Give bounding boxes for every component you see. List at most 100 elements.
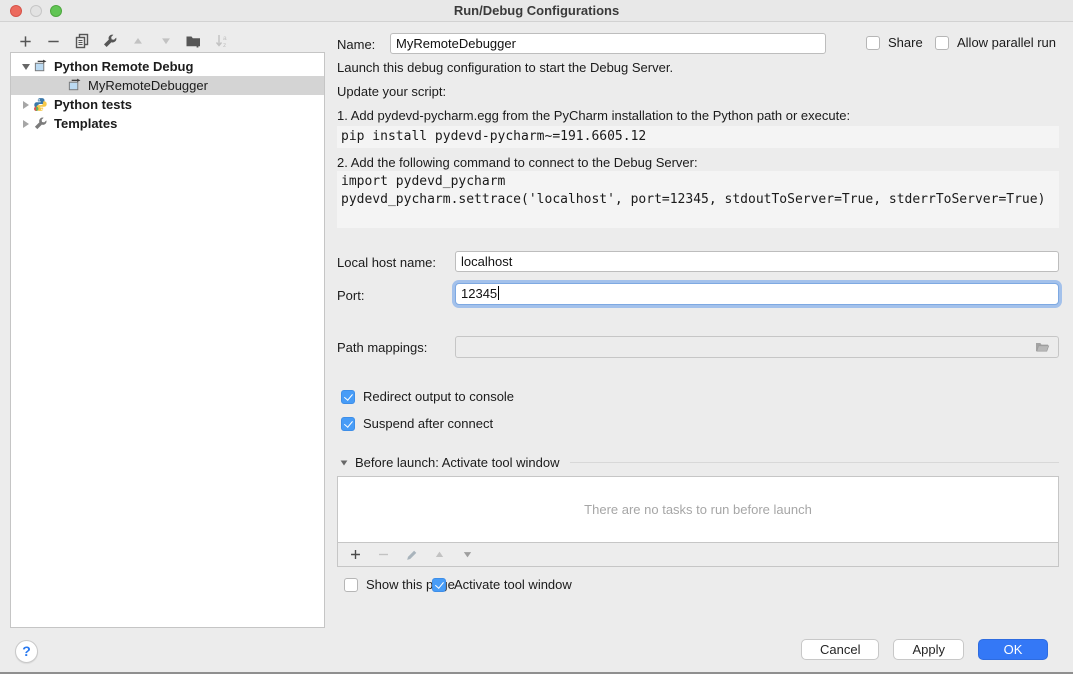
before-launch-header[interactable]: Before launch: Activate tool window — [340, 455, 1059, 470]
configurations-tree: Python Remote Debug MyRemoteDebugger — [10, 52, 325, 628]
redirect-output-label: Redirect output to console — [363, 389, 514, 404]
remove-icon — [46, 34, 61, 49]
allow-parallel-run-checkbox[interactable] — [935, 36, 949, 50]
remove-icon — [377, 548, 390, 561]
wrench-icon — [33, 116, 50, 132]
instruction-line-1: Launch this debug configuration to start… — [337, 60, 673, 75]
suspend-after-connect-row: Suspend after connect — [341, 416, 493, 431]
move-up-icon — [131, 34, 145, 48]
new-folder-button[interactable] — [185, 33, 202, 50]
title-bar[interactable]: Run/Debug Configurations — [0, 0, 1073, 22]
copy-configuration-button[interactable] — [73, 33, 90, 50]
window-title: Run/Debug Configurations — [454, 3, 619, 18]
python-tests-icon — [33, 97, 50, 113]
code-line: import pydevd_pycharm — [341, 173, 1055, 191]
redirect-output-row: Redirect output to console — [341, 389, 514, 404]
local-host-name-label: Local host name: — [337, 255, 436, 270]
minimize-window-button[interactable] — [30, 5, 42, 17]
redirect-output-checkbox[interactable] — [341, 390, 355, 404]
path-mappings-label: Path mappings: — [337, 340, 427, 355]
dialog-buttons: Cancel Apply OK — [801, 639, 1048, 660]
show-this-page-checkbox[interactable] — [344, 578, 358, 592]
suspend-after-connect-label: Suspend after connect — [363, 416, 493, 431]
local-host-name-input[interactable] — [455, 251, 1059, 272]
tree-item-python-remote-debug[interactable]: Python Remote Debug — [11, 57, 324, 76]
pencil-icon — [405, 548, 419, 562]
pip-install-code: pip install pydevd-pycharm~=191.6605.12 — [337, 126, 1059, 148]
move-down-icon — [159, 34, 173, 48]
tree-item-python-tests[interactable]: Python tests — [11, 95, 324, 114]
before-launch-title: Before launch: Activate tool window — [355, 455, 560, 470]
code-line: pydevd_pycharm.settrace('localhost', por… — [341, 191, 1055, 209]
chevron-right-icon[interactable] — [23, 120, 29, 128]
question-mark-icon: ? — [22, 643, 31, 659]
code-line: pip install pydevd-pycharm~=191.6605.12 — [341, 128, 1055, 146]
tree-item-label: Python tests — [54, 97, 132, 112]
edit-task-button[interactable] — [403, 546, 420, 563]
chevron-down-icon[interactable] — [341, 460, 348, 465]
apply-button[interactable]: Apply — [893, 639, 964, 660]
wrench-icon — [102, 33, 118, 49]
new-folder-icon — [185, 33, 202, 49]
move-task-up-button[interactable] — [431, 546, 448, 563]
move-up-button[interactable] — [129, 33, 146, 50]
add-icon — [18, 34, 33, 49]
move-up-icon — [433, 548, 446, 561]
ok-button[interactable]: OK — [978, 639, 1048, 660]
share-checkbox[interactable] — [866, 36, 880, 50]
port-input[interactable]: 12345 — [455, 283, 1059, 305]
allow-parallel-run-label: Allow parallel run — [957, 35, 1056, 50]
name-label: Name: — [337, 37, 375, 52]
instruction-step-1: 1. Add pydevd-pycharm.egg from the PyCha… — [337, 108, 850, 123]
tree-item-label: Python Remote Debug — [54, 59, 193, 74]
add-configuration-button[interactable] — [17, 33, 34, 50]
tree-item-label: Templates — [54, 116, 117, 131]
remote-debug-icon — [33, 59, 50, 75]
add-icon — [349, 548, 362, 561]
activate-tool-window-row: Activate tool window — [432, 577, 572, 592]
name-input[interactable] — [390, 33, 826, 54]
remove-configuration-button[interactable] — [45, 33, 62, 50]
text-caret — [498, 286, 499, 300]
instruction-line-2: Update your script: — [337, 84, 446, 99]
path-mappings-input[interactable] — [455, 336, 1059, 358]
activate-tool-window-label: Activate tool window — [454, 577, 572, 592]
close-window-button[interactable] — [10, 5, 22, 17]
move-task-down-button[interactable] — [459, 546, 476, 563]
tree-item-templates[interactable]: Templates — [11, 114, 324, 133]
share-label: Share — [888, 35, 923, 50]
edit-configuration-button[interactable] — [101, 33, 118, 50]
port-value: 12345 — [461, 286, 497, 301]
help-button[interactable]: ? — [15, 640, 38, 663]
activate-tool-window-checkbox[interactable] — [432, 578, 446, 592]
svg-text:a: a — [223, 35, 227, 42]
section-divider — [570, 462, 1059, 463]
chevron-right-icon[interactable] — [23, 101, 29, 109]
cancel-button[interactable]: Cancel — [801, 639, 879, 660]
before-launch-tasks-panel[interactable]: There are no tasks to run before launch — [337, 476, 1059, 543]
configurations-toolbar: a z — [17, 32, 230, 50]
no-tasks-message: There are no tasks to run before launch — [584, 502, 812, 517]
svg-text:z: z — [223, 42, 226, 49]
sort-alphabetically-icon: a z — [214, 33, 230, 49]
sort-configurations-button[interactable]: a z — [213, 33, 230, 50]
tree-item-myremotedebugger[interactable]: MyRemoteDebugger — [11, 76, 324, 95]
tree-item-label: MyRemoteDebugger — [88, 78, 208, 93]
add-task-button[interactable] — [347, 546, 364, 563]
suspend-after-connect-checkbox[interactable] — [341, 417, 355, 431]
remove-task-button[interactable] — [375, 546, 392, 563]
move-down-button[interactable] — [157, 33, 174, 50]
port-label: Port: — [337, 288, 364, 303]
settrace-code: import pydevd_pycharm pydevd_pycharm.set… — [337, 171, 1059, 228]
move-down-icon — [461, 548, 474, 561]
before-launch-toolbar — [337, 543, 1059, 567]
zoom-window-button[interactable] — [50, 5, 62, 17]
copy-icon — [74, 33, 90, 49]
instruction-step-2: 2. Add the following command to connect … — [337, 155, 698, 170]
remote-debug-icon — [67, 78, 84, 94]
browse-folder-icon[interactable] — [1034, 339, 1051, 355]
run-debug-configurations-dialog: Run/Debug Configurations — [0, 0, 1073, 674]
share-checkbox-row: Share — [866, 35, 923, 50]
chevron-down-icon[interactable] — [22, 64, 30, 70]
allow-parallel-checkbox-row: Allow parallel run — [935, 35, 1056, 50]
